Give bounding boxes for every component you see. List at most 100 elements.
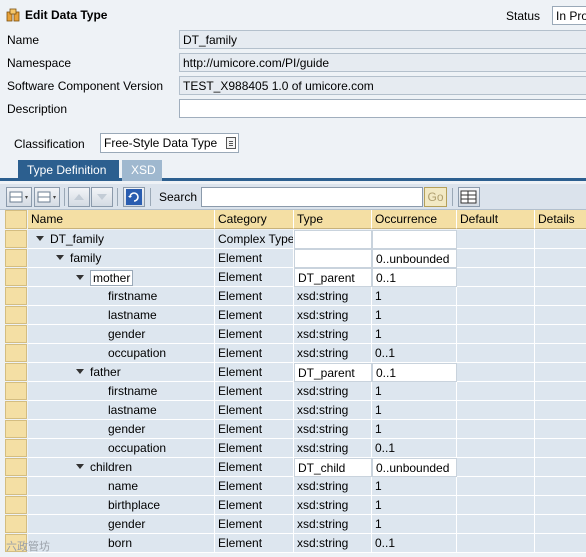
table-row-category-cell[interactable]: Element: [215, 534, 294, 553]
namespace-field[interactable]: http://umicore.com/PI/guide: [179, 53, 586, 72]
table-row-name-cell[interactable]: DT_family: [28, 230, 215, 249]
table-row-name-cell[interactable]: children: [28, 458, 215, 477]
table-row-type-cell[interactable]: DT_parent: [294, 268, 372, 287]
row-selector[interactable]: [5, 230, 27, 248]
table-row-occurrence-cell[interactable]: 0..1: [372, 268, 457, 287]
table-row-occurrence-cell[interactable]: 1: [372, 382, 457, 401]
table-row-category-cell[interactable]: Element: [215, 439, 294, 458]
table-row-type-cell[interactable]: xsd:string: [294, 325, 372, 344]
select-all-corner[interactable]: [5, 210, 27, 229]
table-row-name-cell[interactable]: occupation: [28, 344, 215, 363]
table-row-occurrence-cell[interactable]: 1: [372, 496, 457, 515]
table-row-occurrence-cell[interactable]: 1: [372, 477, 457, 496]
table-row-name-cell[interactable]: gender: [28, 515, 215, 534]
table-row-category-cell[interactable]: Element: [215, 363, 294, 382]
table-row-name-cell[interactable]: gender: [28, 420, 215, 439]
table-row-type-cell[interactable]: xsd:string: [294, 439, 372, 458]
table-row-details-cell[interactable]: [535, 477, 586, 496]
table-row-default-cell[interactable]: [457, 420, 535, 439]
table-row-occurrence-cell[interactable]: 1: [372, 401, 457, 420]
table-row-category-cell[interactable]: Complex Type: [215, 230, 294, 249]
table-row-details-cell[interactable]: [535, 420, 586, 439]
column-header-occurrence[interactable]: Occurrence: [372, 210, 457, 229]
table-row-default-cell[interactable]: [457, 401, 535, 420]
table-row-type-cell[interactable]: xsd:string: [294, 382, 372, 401]
table-row-occurrence-cell[interactable]: 0..1: [372, 363, 457, 382]
table-row-category-cell[interactable]: Element: [215, 420, 294, 439]
table-row-type-cell[interactable]: xsd:string: [294, 401, 372, 420]
table-row-category-cell[interactable]: Element: [215, 306, 294, 325]
row-selector[interactable]: [5, 458, 27, 476]
table-row-occurrence-cell[interactable]: 0..1: [372, 344, 457, 363]
table-row-details-cell[interactable]: [535, 306, 586, 325]
table-row-category-cell[interactable]: Element: [215, 344, 294, 363]
table-row-name-cell[interactable]: occupation: [28, 439, 215, 458]
table-row-type-cell[interactable]: xsd:string: [294, 420, 372, 439]
table-row-occurrence-cell[interactable]: 1: [372, 287, 457, 306]
go-button[interactable]: Go: [424, 187, 447, 207]
table-row-category-cell[interactable]: Element: [215, 401, 294, 420]
table-row-default-cell[interactable]: [457, 477, 535, 496]
table-row-type-cell[interactable]: xsd:string: [294, 496, 372, 515]
table-row-name-cell[interactable]: father: [28, 363, 215, 382]
table-row-category-cell[interactable]: Element: [215, 382, 294, 401]
expand-triangle-icon[interactable]: [76, 275, 84, 281]
table-row-details-cell[interactable]: [535, 287, 586, 306]
column-settings-button[interactable]: [458, 187, 480, 207]
table-row-default-cell[interactable]: [457, 458, 535, 477]
dropdown-list-icon[interactable]: [226, 137, 236, 149]
table-row-type-cell[interactable]: xsd:string: [294, 306, 372, 325]
row-selector[interactable]: [5, 382, 27, 400]
table-row-default-cell[interactable]: [457, 287, 535, 306]
table-row-type-cell[interactable]: [294, 230, 372, 249]
table-row-type-cell[interactable]: xsd:string: [294, 515, 372, 534]
table-row-default-cell[interactable]: [457, 363, 535, 382]
tab-type-definition[interactable]: Type Definition: [18, 160, 119, 181]
table-row-type-cell[interactable]: xsd:string: [294, 534, 372, 553]
move-down-button[interactable]: [91, 187, 113, 207]
table-row-details-cell[interactable]: [535, 325, 586, 344]
table-row-type-cell[interactable]: xsd:string: [294, 477, 372, 496]
table-row-occurrence-cell[interactable]: [372, 230, 457, 249]
table-row-occurrence-cell[interactable]: 1: [372, 306, 457, 325]
row-selector[interactable]: [5, 287, 27, 305]
table-row-details-cell[interactable]: [535, 401, 586, 420]
description-field[interactable]: [179, 99, 586, 118]
row-selector[interactable]: [5, 515, 27, 533]
table-row-details-cell[interactable]: [535, 439, 586, 458]
insert-row-button[interactable]: [6, 187, 32, 207]
table-row-details-cell[interactable]: [535, 249, 586, 268]
table-row-default-cell[interactable]: [457, 439, 535, 458]
row-selector[interactable]: [5, 268, 27, 286]
table-row-occurrence-cell[interactable]: 0..1: [372, 534, 457, 553]
table-row-category-cell[interactable]: Element: [215, 287, 294, 306]
table-row-category-cell[interactable]: Element: [215, 249, 294, 268]
row-selector[interactable]: [5, 439, 27, 457]
row-selector[interactable]: [5, 477, 27, 495]
table-row-default-cell[interactable]: [457, 496, 535, 515]
move-up-button[interactable]: [68, 187, 90, 207]
table-row-default-cell[interactable]: [457, 306, 535, 325]
row-selector[interactable]: [5, 496, 27, 514]
table-row-category-cell[interactable]: Element: [215, 496, 294, 515]
name-field[interactable]: DT_family: [179, 30, 586, 49]
table-row-details-cell[interactable]: [535, 268, 586, 287]
row-selector[interactable]: [5, 344, 27, 362]
column-header-details[interactable]: Details: [535, 210, 586, 229]
table-row-category-cell[interactable]: Element: [215, 268, 294, 287]
column-header-type[interactable]: Type: [294, 210, 372, 229]
column-header-default[interactable]: Default: [457, 210, 535, 229]
table-row-type-cell[interactable]: xsd:string: [294, 287, 372, 306]
table-row-category-cell[interactable]: Element: [215, 325, 294, 344]
table-row-default-cell[interactable]: [457, 230, 535, 249]
table-row-name-cell[interactable]: name: [28, 477, 215, 496]
status-field[interactable]: In Pro: [552, 6, 586, 25]
table-row-name-cell[interactable]: mother: [28, 268, 215, 287]
delete-row-button[interactable]: [34, 187, 60, 207]
expand-triangle-icon[interactable]: [76, 369, 84, 375]
table-row-name-cell[interactable]: firstname: [28, 287, 215, 306]
table-row-name-cell[interactable]: lastname: [28, 401, 215, 420]
table-row-occurrence-cell[interactable]: 1: [372, 420, 457, 439]
table-row-default-cell[interactable]: [457, 382, 535, 401]
table-row-name-cell[interactable]: family: [28, 249, 215, 268]
